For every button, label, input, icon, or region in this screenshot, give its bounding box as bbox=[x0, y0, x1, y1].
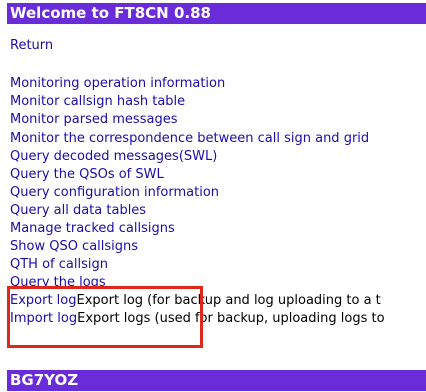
menu-link-decoded-messages-swl[interactable]: Query decoded messages(SWL) bbox=[10, 148, 217, 165]
return-link[interactable]: Return bbox=[10, 37, 53, 54]
export-log-row: Export logExport log (for backup and log… bbox=[10, 292, 381, 309]
menu-link-qsos-of-swl[interactable]: Query the QSOs of SWL bbox=[10, 166, 164, 183]
page: Welcome to FT8CN 0.88 Return Monitoring … bbox=[0, 0, 426, 392]
menu-link-tracked-callsigns[interactable]: Manage tracked callsigns bbox=[10, 220, 175, 237]
export-log-link[interactable]: Export log bbox=[10, 293, 77, 308]
import-log-link[interactable]: Import log bbox=[10, 311, 77, 326]
export-log-description: Export log (for backup and log uploading… bbox=[76, 293, 381, 308]
import-log-description: Export logs (used for backup, uploading … bbox=[77, 311, 385, 326]
menu-link-query-logs[interactable]: Query the logs bbox=[10, 274, 106, 291]
menu-link-callsign-grid[interactable]: Monitor the correspondence between call … bbox=[10, 130, 369, 147]
footer-callsign: BG7YOZ bbox=[10, 371, 79, 389]
menu-link-monitoring-operation-info[interactable]: Monitoring operation information bbox=[10, 75, 225, 92]
menu-link-configuration-info[interactable]: Query configuration information bbox=[10, 184, 219, 201]
page-title-banner: Welcome to FT8CN 0.88 bbox=[7, 3, 426, 24]
footer-callsign-banner: BG7YOZ bbox=[7, 370, 426, 391]
menu-link-qth-of-callsign[interactable]: QTH of callsign bbox=[10, 256, 108, 273]
import-log-row: Import logExport logs (used for backup, … bbox=[10, 310, 385, 327]
menu-link-qso-callsigns[interactable]: Show QSO callsigns bbox=[10, 238, 138, 255]
page-title: Welcome to FT8CN 0.88 bbox=[10, 4, 211, 22]
menu-link-all-data-tables[interactable]: Query all data tables bbox=[10, 202, 146, 219]
menu-link-parsed-messages[interactable]: Monitor parsed messages bbox=[10, 111, 177, 128]
menu-link-callsign-hash-table[interactable]: Monitor callsign hash table bbox=[10, 93, 185, 110]
